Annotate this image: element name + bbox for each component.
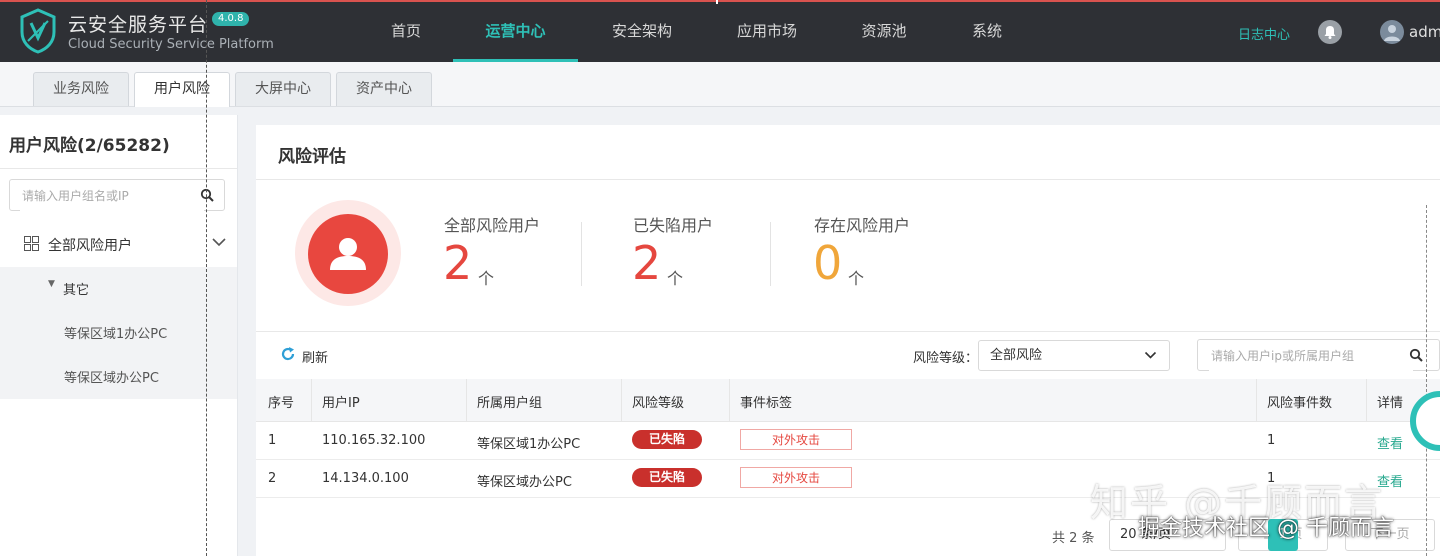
nav-resource-pool[interactable]: 资源池 (854, 2, 914, 62)
column-header[interactable]: 用户IP (322, 392, 360, 411)
divider (1366, 379, 1367, 421)
risk-level-badge: 已失陷 (632, 430, 702, 449)
nav-security-architecture[interactable]: 安全架构 (604, 2, 680, 62)
user-icon (308, 214, 388, 294)
divider (581, 222, 582, 286)
pager-total: 共 2 条 (1052, 531, 1095, 546)
tree-leaf-label[interactable]: 等保区域办公PC (64, 367, 159, 386)
version-badge: 4.0.8 (212, 12, 250, 26)
view-detail-link[interactable]: 查看 (1377, 433, 1403, 452)
tree-item-other[interactable] (0, 267, 237, 311)
stat-unit: 个 (667, 269, 684, 288)
brand-subtitle: Cloud Security Service Platform (68, 37, 274, 52)
bell-icon[interactable] (1318, 20, 1342, 44)
stat-unit: 个 (848, 269, 865, 288)
divider (1426, 205, 1428, 556)
sidebar-search-input[interactable] (20, 181, 204, 211)
risk-level-select[interactable]: 全部风险 (978, 340, 1170, 371)
tab-asset-center[interactable]: 资产中心 (336, 72, 432, 106)
divider (311, 379, 312, 421)
event-tag: 对外攻击 (740, 429, 852, 450)
chevron-down-icon[interactable] (211, 236, 227, 248)
user-group-sidebar: 用户风险(2/65282) 全部风险用户 ▼ 其它 等保区域1办公PC 等保区域… (0, 115, 238, 556)
table-search-box[interactable] (1197, 339, 1440, 371)
stat-compromised-label: 已失陷用户 (633, 216, 714, 235)
search-icon[interactable] (1409, 348, 1423, 362)
search-icon[interactable] (200, 188, 214, 202)
divider (0, 168, 237, 169)
stat-at-risk-value: 0 (813, 236, 843, 290)
tab-business-risk[interactable]: 业务风险 (33, 72, 129, 106)
stat-all-risk-value: 2 (443, 236, 473, 290)
risk-level-label: 风险等级： (913, 351, 979, 366)
nav-home[interactable]: 首页 (380, 2, 432, 62)
cell-index: 2 (268, 471, 277, 486)
tab-user-risk[interactable]: 用户风险 (134, 72, 230, 107)
column-header[interactable]: 风险等级 (632, 392, 684, 411)
nav-operations-center[interactable]: 运营中心 (453, 2, 578, 62)
divider (729, 379, 730, 421)
column-header[interactable]: 所属用户组 (477, 392, 542, 411)
user-avatar-icon[interactable] (1380, 20, 1404, 44)
shield-logo-icon (20, 8, 56, 54)
tree-group-label[interactable]: 其它 (63, 279, 89, 298)
tab-big-screen[interactable]: 大屏中心 (235, 72, 331, 106)
table-search-input[interactable] (1209, 341, 1413, 371)
stat-all-risk-label: 全部风险用户 (444, 216, 541, 235)
divider (621, 379, 622, 421)
risk-level-value: 全部风险 (990, 348, 1043, 363)
dashed-guide-line (206, 0, 207, 556)
brand-title: 云安全服务平台 (68, 14, 209, 36)
sidebar-search-box[interactable] (9, 179, 225, 211)
cell-ip: 110.165.32.100 (322, 433, 426, 448)
event-tag: 对外攻击 (740, 467, 852, 488)
column-header[interactable]: 风险事件数 (1267, 392, 1332, 411)
cell-index: 1 (268, 433, 277, 448)
cell-ip: 14.134.0.100 (322, 471, 409, 486)
risk-level-badge: 已失陷 (632, 468, 702, 487)
cell-group: 等保区域办公PC (477, 475, 572, 490)
stat-unit: 个 (478, 269, 495, 288)
chevron-down-icon (1144, 351, 1157, 359)
stat-at-risk-label: 存在风险用户 (814, 216, 911, 235)
stat-compromised-value: 2 (632, 236, 662, 290)
sidebar-title: 用户风险(2/65282) (9, 136, 170, 156)
caret-down-icon[interactable]: ▼ (48, 279, 55, 289)
cell-group: 等保区域1办公PC (477, 437, 581, 452)
column-header[interactable]: 序号 (268, 392, 294, 411)
nav-app-market[interactable]: 应用市场 (729, 2, 805, 62)
cell-event-count: 1 (1267, 433, 1276, 448)
log-center-link[interactable]: 日志中心 (1238, 24, 1290, 43)
top-nav-bar: 云安全服务平台 Cloud Security Service Platform … (0, 0, 1440, 62)
panel-title: 风险评估 (278, 147, 346, 167)
watermark-juejin: 掘金技术社区 @ 千顾而言 (1138, 516, 1394, 541)
top-marker (716, 0, 718, 4)
grid-icon (24, 236, 39, 251)
divider (256, 179, 1440, 180)
nav-system[interactable]: 系统 (965, 2, 1009, 62)
divider (466, 379, 467, 421)
user-name[interactable]: adm (1409, 23, 1440, 41)
divider (1256, 379, 1257, 421)
column-header[interactable]: 事件标签 (740, 392, 792, 411)
divider (770, 222, 771, 286)
table-header: 序号 用户IP 所属用户组 风险等级 事件标签 风险事件数 详情 (256, 379, 1440, 422)
table-row[interactable]: 1 110.165.32.100 等保区域1办公PC 已失陷 对外攻击 1 查看 (256, 422, 1440, 460)
tree-leaf-label[interactable]: 等保区域1办公PC (64, 323, 167, 342)
column-header[interactable]: 详情 (1377, 392, 1403, 411)
divider (256, 331, 1440, 332)
tab-bar: 业务风险 用户风险 大屏中心 资产中心 (0, 62, 1440, 107)
refresh-icon[interactable] (280, 346, 296, 362)
refresh-button[interactable]: 刷新 (302, 347, 328, 366)
tree-root-label[interactable]: 全部风险用户 (48, 235, 132, 255)
